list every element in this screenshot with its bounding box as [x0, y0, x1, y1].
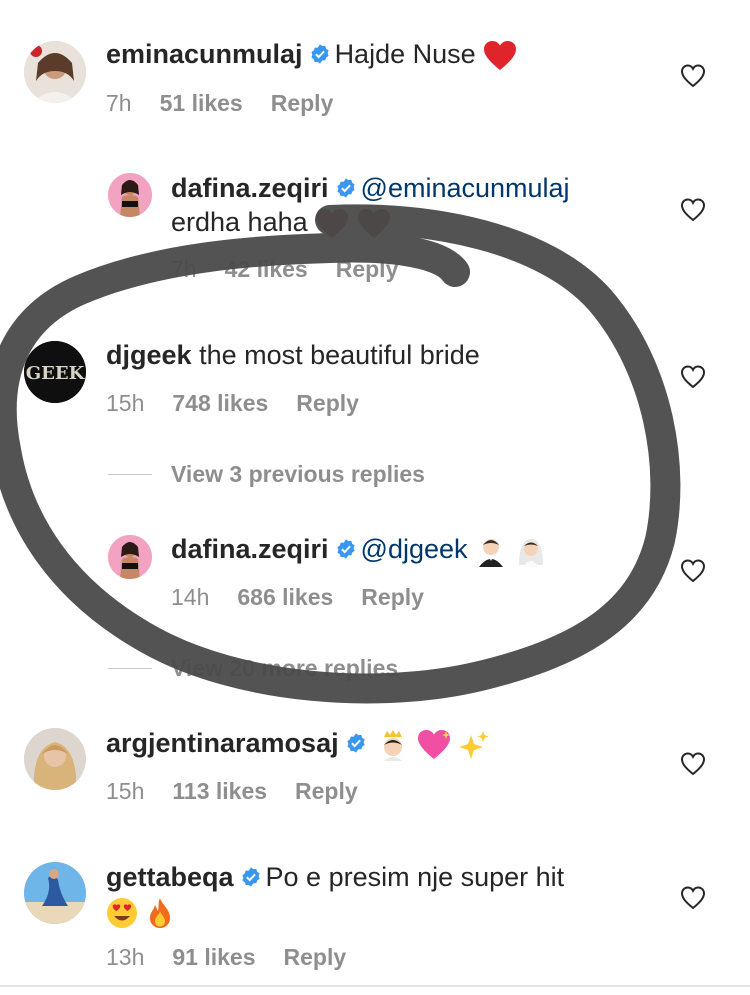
timestamp: 7h	[106, 90, 132, 116]
reply-button[interactable]: Reply	[295, 778, 358, 804]
like-heart-icon[interactable]	[680, 751, 706, 777]
reply-button[interactable]: Reply	[271, 90, 334, 116]
avatar[interactable]	[24, 41, 86, 103]
likes-count[interactable]: 686 likes	[237, 584, 333, 610]
reply-button[interactable]: Reply	[296, 390, 359, 416]
dark-heart-emoji	[357, 208, 391, 239]
dark-heart-emoji	[315, 208, 349, 239]
like-heart-icon[interactable]	[680, 364, 706, 390]
mention-link[interactable]: @eminacunmulaj	[361, 173, 570, 203]
timestamp: 13h	[106, 944, 145, 970]
like-heart-icon[interactable]	[680, 63, 706, 89]
bride-emoji	[515, 535, 547, 567]
comment-meta: 13h 91 likes Reply	[106, 944, 374, 971]
username[interactable]: dafina.zeqiri	[171, 534, 329, 564]
verified-badge-icon	[335, 177, 357, 199]
username[interactable]: eminacunmulaj	[106, 39, 303, 69]
comment-body: Hajde Nuse	[334, 39, 476, 69]
sparkles-emoji	[459, 729, 489, 761]
fire-emoji	[146, 897, 174, 929]
comment-text: argjentinaramosaj	[106, 726, 489, 761]
thread-line	[108, 474, 152, 475]
avatar[interactable]	[24, 728, 86, 790]
avatar-photo	[108, 173, 152, 217]
red-heart-emoji	[483, 40, 517, 71]
likes-count[interactable]: 42 likes	[225, 256, 308, 282]
reply-button[interactable]: Reply	[361, 584, 424, 610]
princess-emoji	[378, 729, 408, 761]
bottom-divider	[0, 985, 750, 987]
avatar-photo	[24, 728, 86, 790]
likes-count[interactable]: 51 likes	[160, 90, 243, 116]
avatar[interactable]	[108, 535, 152, 579]
comment-meta: 15h 748 likes Reply	[106, 390, 387, 417]
heart-eyes-emoji	[106, 897, 138, 929]
mention-link[interactable]: @djgeek	[361, 534, 468, 564]
avatar[interactable]: GEEK	[24, 341, 86, 403]
username[interactable]: dafina.zeqiri	[171, 173, 329, 203]
comment-text: eminacunmulaj Hajde Nuse	[106, 37, 517, 71]
comment-text: dafina.zeqiri @eminacunmulaj	[171, 171, 570, 205]
groom-emoji	[475, 535, 507, 567]
comment-body: Po e presim nje super hit	[265, 862, 565, 892]
verified-badge-icon	[240, 866, 262, 888]
avatar[interactable]	[24, 862, 86, 924]
comment-body: erdha haha	[171, 207, 308, 237]
sparkling-heart-emoji	[416, 729, 452, 761]
comment-meta: 15h 113 likes Reply	[106, 778, 386, 805]
reply-button[interactable]: Reply	[336, 256, 399, 282]
likes-count[interactable]: 113 likes	[172, 778, 267, 804]
reply-button[interactable]: Reply	[284, 944, 347, 970]
verified-badge-icon	[335, 538, 357, 560]
avatar[interactable]	[108, 173, 152, 217]
comment-text: dafina.zeqiri @djgeek	[171, 532, 547, 567]
view-more-replies-link[interactable]: View 20 more replies	[171, 655, 398, 682]
username[interactable]: argjentinaramosaj	[106, 728, 339, 758]
like-heart-icon[interactable]	[680, 885, 706, 911]
timestamp: 14h	[171, 584, 210, 610]
comment-meta: 7h 42 likes Reply	[171, 256, 426, 283]
username[interactable]: djgeek	[106, 340, 192, 370]
avatar-photo	[24, 862, 86, 924]
likes-count[interactable]: 91 likes	[172, 944, 255, 970]
verified-badge-icon	[309, 43, 331, 65]
avatar-photo	[108, 535, 152, 579]
comment-meta: 14h 686 likes Reply	[171, 584, 452, 611]
like-heart-icon[interactable]	[680, 197, 706, 223]
verified-badge-icon	[345, 732, 367, 754]
scribble-annotation	[0, 204, 681, 704]
timestamp: 7h	[171, 256, 197, 282]
like-heart-icon[interactable]	[680, 558, 706, 584]
avatar-logo: GEEK	[24, 341, 86, 403]
likes-count[interactable]: 748 likes	[172, 390, 268, 416]
username[interactable]: gettabeqa	[106, 862, 234, 892]
svg-text:GEEK: GEEK	[26, 363, 86, 384]
comment-emoji-line	[106, 894, 174, 929]
timestamp: 15h	[106, 390, 145, 416]
comment-meta: 7h 51 likes Reply	[106, 90, 361, 117]
timestamp: 15h	[106, 778, 145, 804]
comment-body: the most beautiful bride	[199, 340, 480, 370]
comment-text: djgeek the most beautiful bride	[106, 338, 480, 372]
comment-text: gettabeqa Po e presim nje super hit	[106, 860, 564, 894]
avatar-photo	[24, 41, 86, 103]
view-previous-replies-link[interactable]: View 3 previous replies	[171, 461, 425, 488]
comment-text-line2: erdha haha	[171, 205, 391, 239]
thread-line	[108, 668, 152, 669]
